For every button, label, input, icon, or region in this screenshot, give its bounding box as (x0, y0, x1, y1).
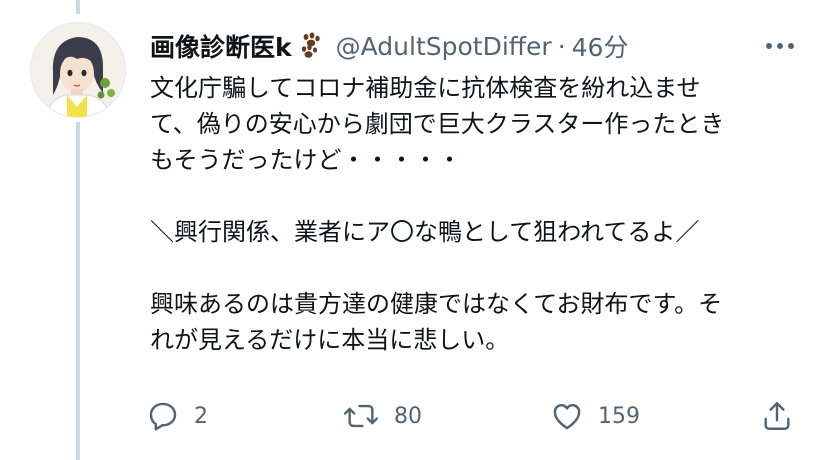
like-count: 159 (598, 403, 640, 429)
tweet-paragraph: 文化庁騙してコロナ補助金に抗体検査を紛れ込ませ て、偽りの安心から劇団で巨大クラ… (150, 74, 725, 174)
tweet[interactable]: 画像診断医k @AdultSpotDiffer · 46分 文化庁騙してコロナ補… (0, 0, 828, 460)
reply-icon (146, 399, 180, 433)
timestamp[interactable]: 46分 (572, 28, 629, 64)
share-button[interactable] (760, 394, 794, 438)
tweet-paragraph: 興味あるのは貴方達の健康ではなくてお財布です。そ れが見えるだけに本当に悲しい。 (150, 290, 723, 354)
thread-connector-bottom (76, 122, 80, 460)
reply-button[interactable]: 2 (146, 394, 208, 438)
retweet-count: 80 (394, 403, 422, 429)
thread-connector-top (76, 0, 80, 14)
more-options-icon[interactable] (762, 30, 798, 62)
retweet-button[interactable]: 80 (342, 394, 422, 438)
heart-icon (550, 399, 584, 433)
tweet-header: 画像診断医k @AdultSpotDiffer · 46分 (150, 26, 628, 66)
share-icon (760, 399, 794, 433)
avatar[interactable] (30, 22, 126, 118)
action-bar: 2 80 159 (146, 394, 806, 438)
separator-dot: · (557, 31, 566, 61)
tweet-paragraph: ＼興行関係、業者にア〇な鴨として狙われてるよ／ (150, 218, 700, 246)
handle[interactable]: @AdultSpotDiffer (336, 32, 552, 61)
paw-prints-icon (296, 31, 326, 61)
reply-count: 2 (194, 403, 208, 429)
tweet-text: 文化庁騙してコロナ補助金に抗体検査を紛れ込ませ て、偽りの安心から劇団で巨大クラ… (150, 70, 780, 358)
like-button[interactable]: 159 (550, 394, 640, 438)
display-name[interactable]: 画像診断医k (150, 28, 292, 64)
avatar-illustration (31, 23, 125, 117)
retweet-icon (342, 399, 380, 433)
